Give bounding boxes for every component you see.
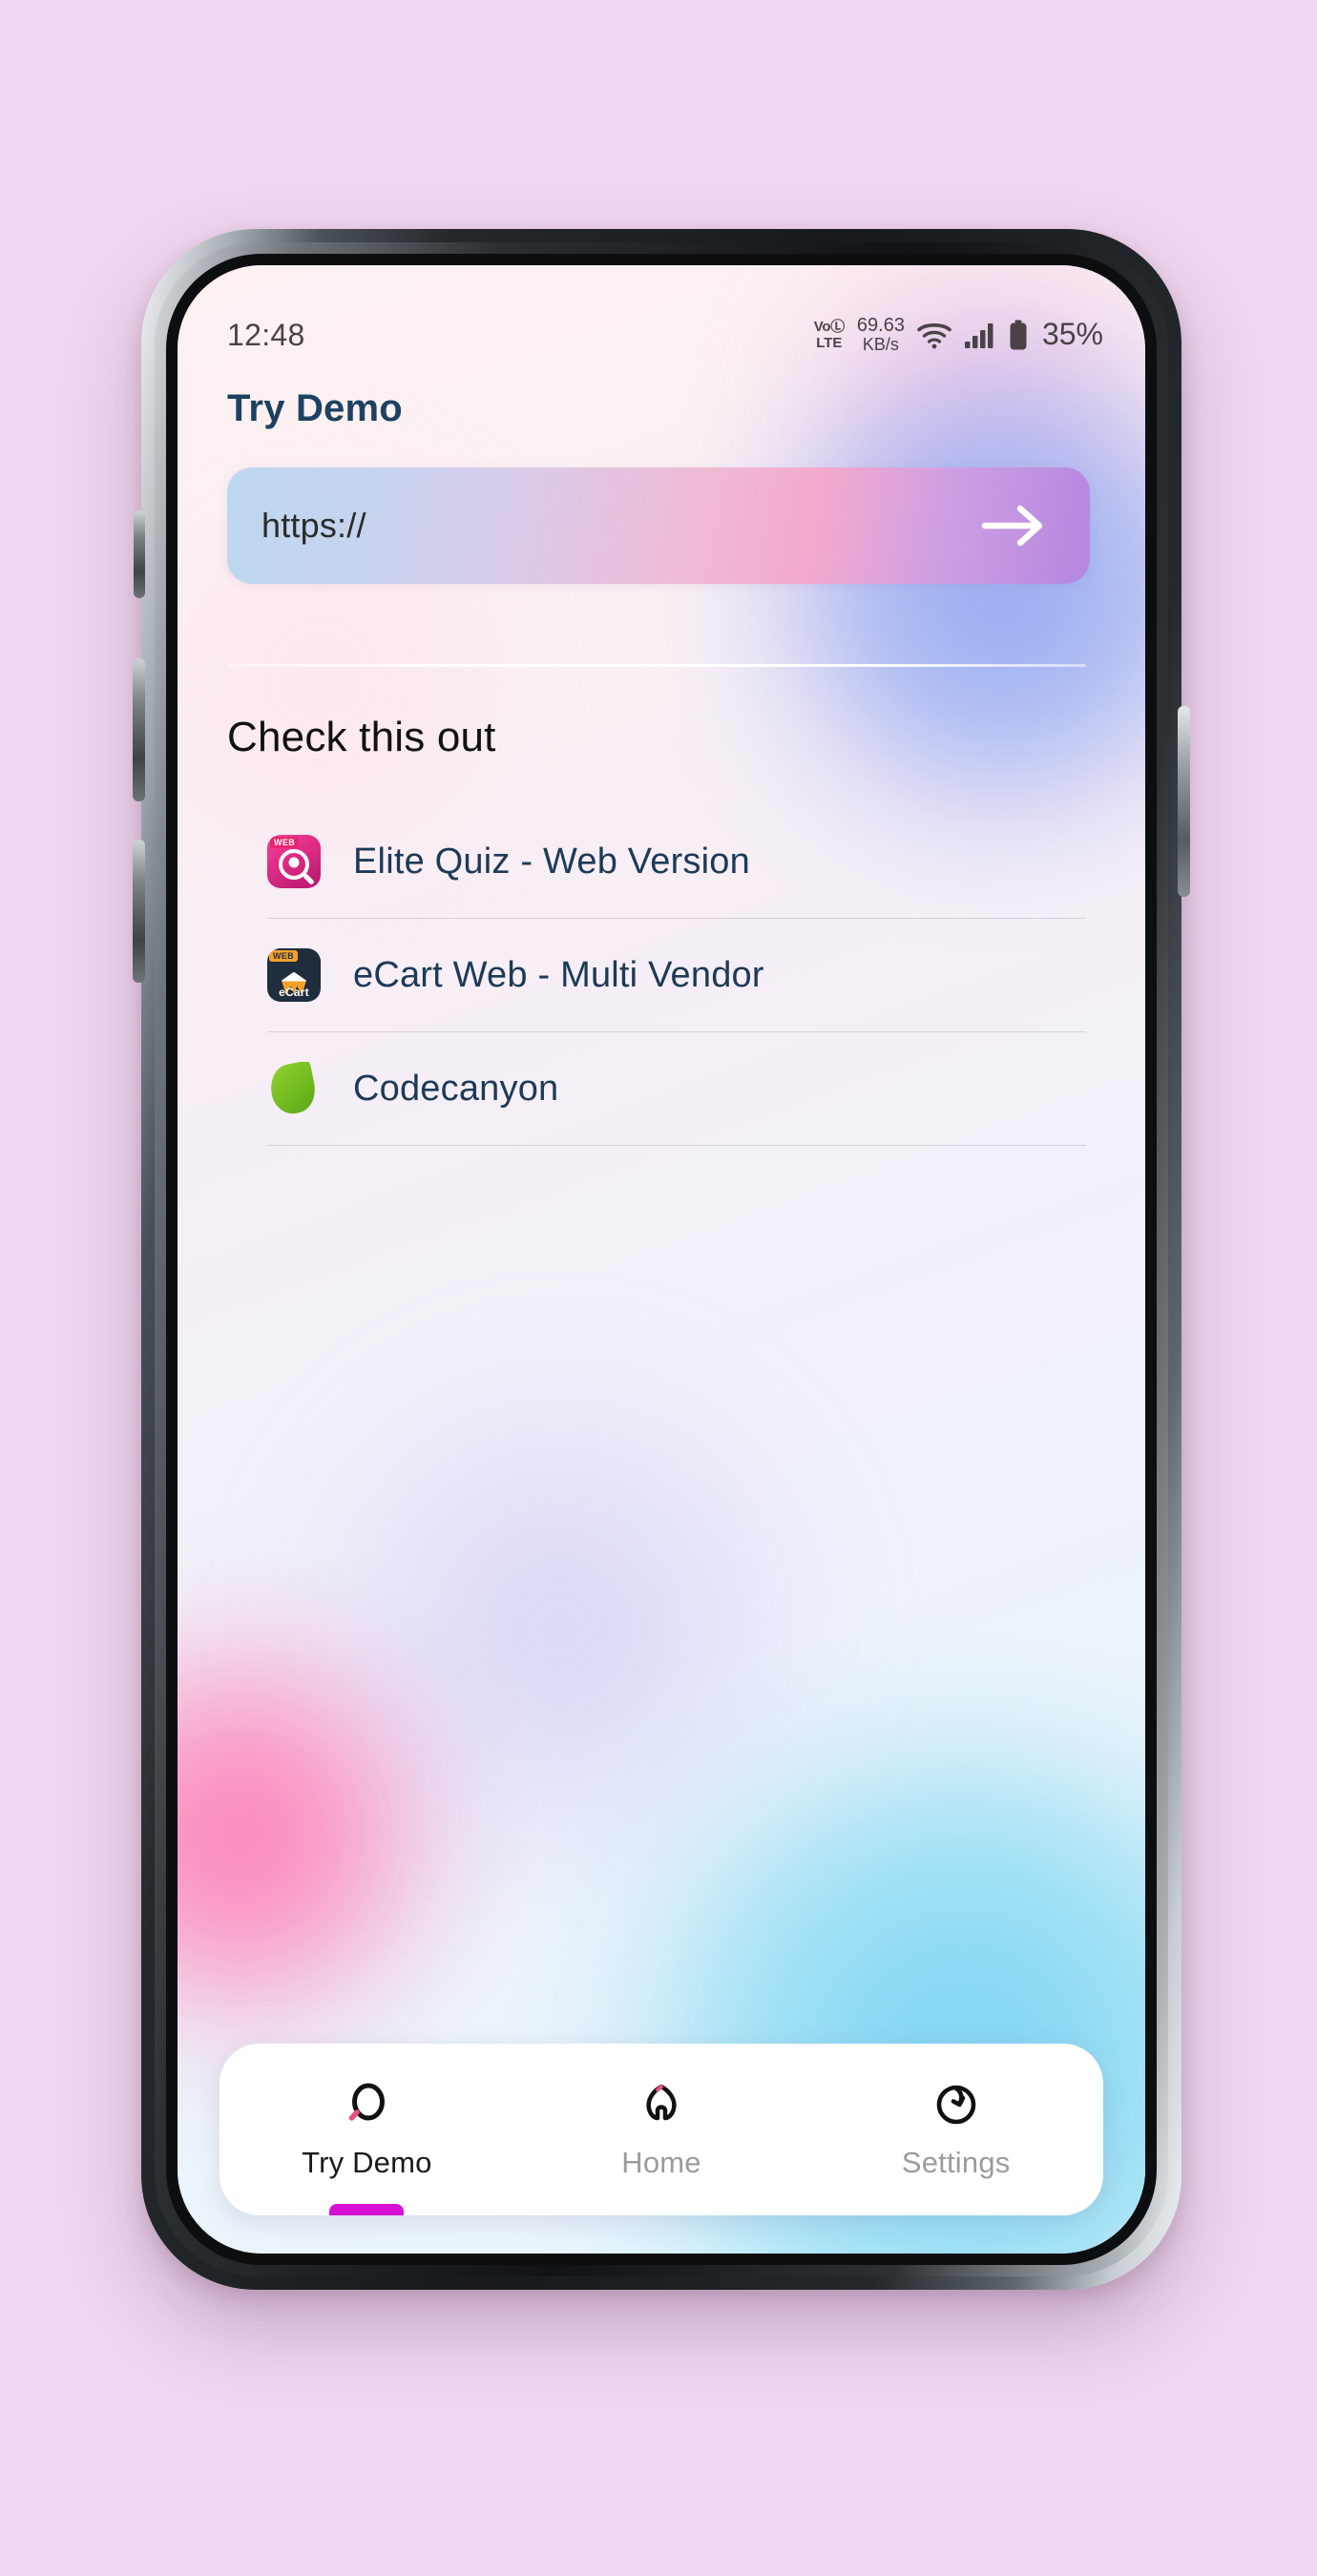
battery-percentage: 35% [1041, 317, 1103, 352]
phone-screen: 12:48 VoⓁ LTE 69.63 KB/s 35% Try Demo ht… [178, 265, 1145, 2254]
status-bar: 12:48 VoⓁ LTE 69.63 KB/s 35% [178, 309, 1145, 361]
list-item[interactable]: WEB Elite Quiz - Web Version [227, 805, 1086, 918]
web-badge: WEB [270, 837, 300, 848]
demo-list: WEB Elite Quiz - Web Version WEB eCart e… [227, 805, 1086, 1146]
volume-up-button[interactable] [133, 658, 145, 801]
wifi-icon [917, 322, 951, 349]
power-button[interactable] [1178, 706, 1190, 897]
ecart-app-icon: WEB eCart [267, 948, 321, 1002]
web-badge: WEB [269, 950, 298, 962]
status-bar-clock: 12:48 [227, 317, 305, 352]
nav-item-home[interactable]: Home [514, 2044, 809, 2215]
home-icon [636, 2079, 687, 2130]
list-item-label: Elite Quiz - Web Version [353, 841, 750, 882]
elite-quiz-app-icon: WEB [267, 835, 321, 888]
status-bar-indicators: VoⓁ LTE 69.63 KB/s 35% [814, 316, 1103, 354]
screenshot-canvas: 12:48 VoⓁ LTE 69.63 KB/s 35% Try Demo ht… [0, 0, 1317, 2576]
url-input-field[interactable]: https:// [227, 467, 1090, 584]
list-divider [267, 1145, 1086, 1146]
nav-label: Home [621, 2146, 701, 2179]
phone-device: 12:48 VoⓁ LTE 69.63 KB/s 35% Try Demo ht… [133, 229, 1190, 2290]
battery-icon [1010, 320, 1027, 350]
codecanyon-leaf-icon [267, 1062, 321, 1115]
list-item[interactable]: WEB eCart eCart Web - Multi Vendor [227, 919, 1086, 1031]
section-divider [227, 664, 1086, 667]
ecart-icon-label: eCart [279, 986, 309, 999]
mute-switch-button[interactable] [134, 510, 145, 598]
network-speed-indicator: 69.63 KB/s [857, 316, 905, 354]
list-item[interactable]: Codecanyon [227, 1032, 1086, 1145]
list-item-label: eCart Web - Multi Vendor [353, 954, 764, 995]
network-speed-value: 69.63 [856, 315, 905, 337]
nav-label: Settings [901, 2146, 1011, 2179]
nav-item-settings[interactable]: Settings [808, 2044, 1103, 2215]
nav-item-try-demo[interactable]: Try Demo [220, 2044, 514, 2215]
cellular-signal-icon [964, 322, 993, 348]
section-title: Check this out [227, 714, 496, 760]
volume-down-button[interactable] [133, 840, 145, 983]
arrow-right-icon[interactable] [979, 499, 1050, 552]
url-input-value[interactable]: https:// [261, 506, 366, 546]
refresh-settings-icon [930, 2079, 982, 2130]
quiz-person-dot [288, 857, 300, 868]
volte-label-bottom: LTE [816, 334, 843, 351]
active-tab-indicator [329, 2204, 405, 2215]
search-icon [341, 2079, 392, 2130]
nav-label: Try Demo [302, 2146, 432, 2179]
bottom-navigation-bar: Try Demo Home Settings [220, 2044, 1103, 2215]
leaf-shape [267, 1062, 320, 1115]
list-item-label: Codecanyon [353, 1068, 559, 1109]
network-speed-unit: KB/s [862, 335, 899, 355]
volte-label-top: VoⓁ [813, 318, 845, 335]
page-title: Try Demo [227, 387, 403, 429]
volte-icon: VoⓁ LTE [814, 320, 845, 350]
